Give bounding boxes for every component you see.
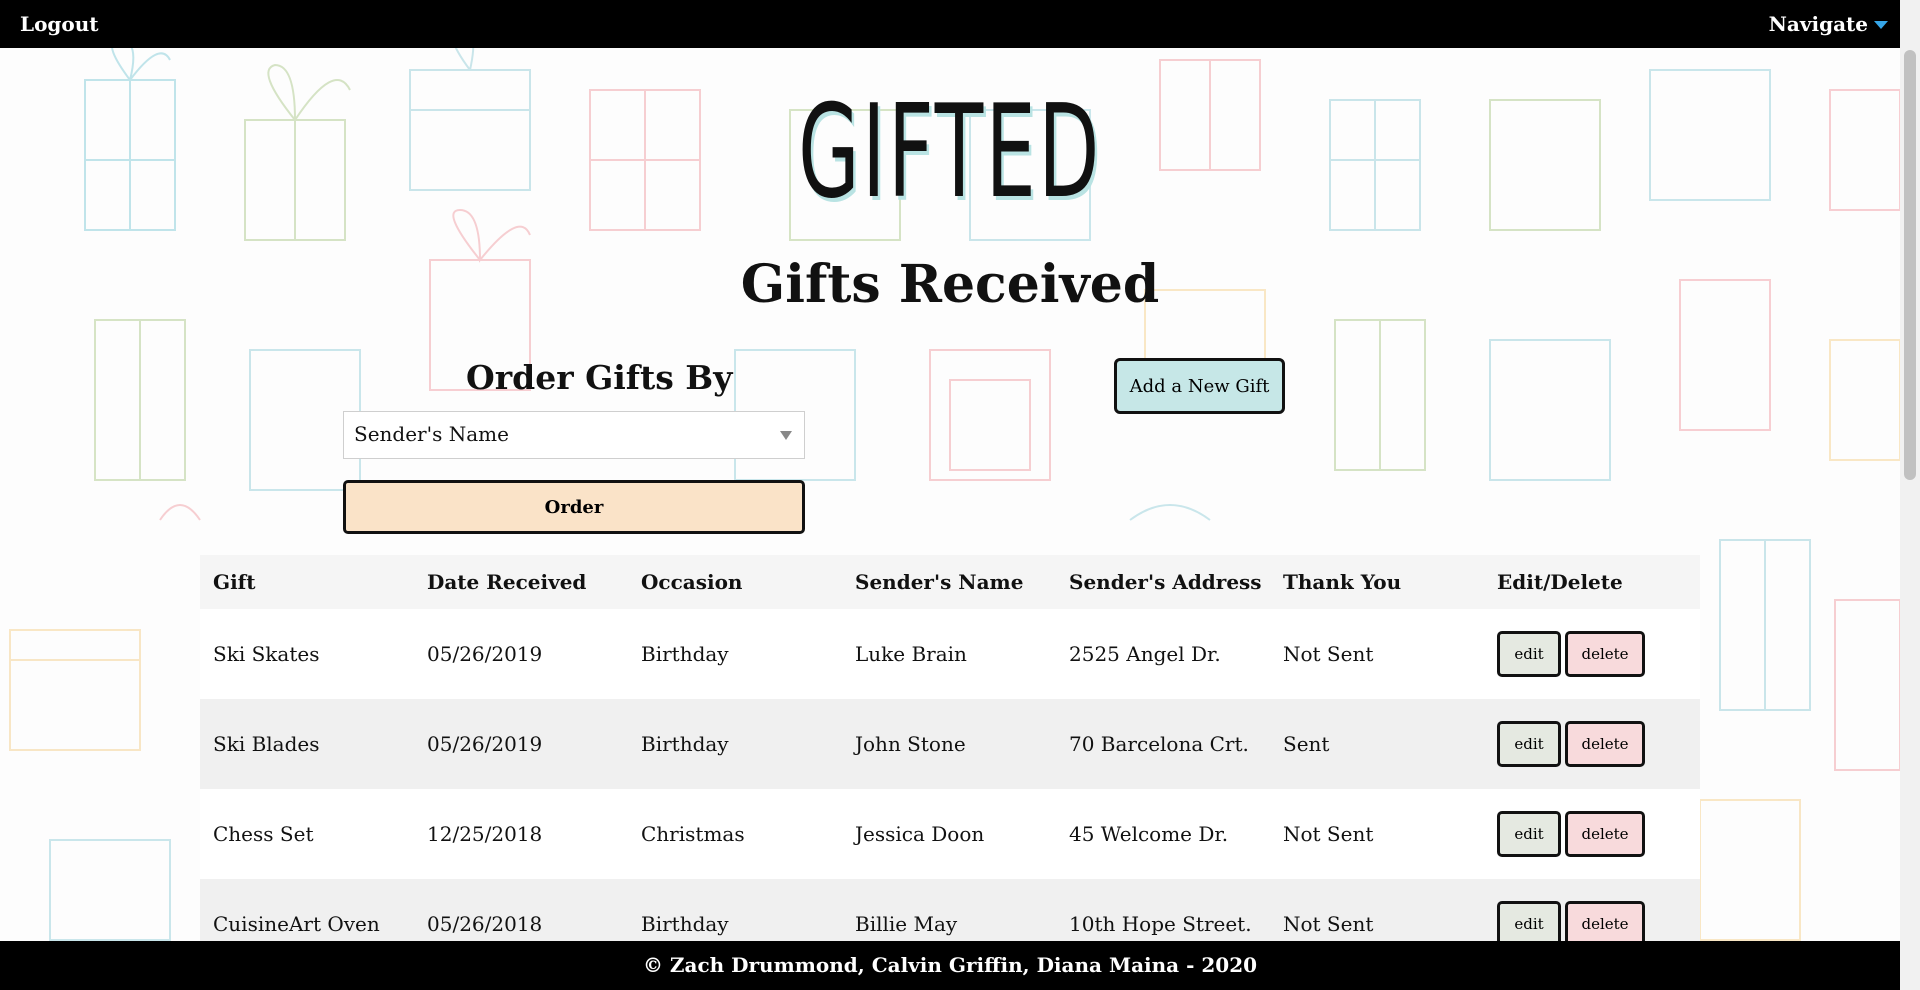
occasion-cell: Birthday bbox=[641, 732, 729, 756]
edit-button[interactable]: edit bbox=[1497, 811, 1561, 857]
edit-button[interactable]: edit bbox=[1497, 631, 1561, 677]
occasion-cell: Birthday bbox=[641, 642, 729, 666]
sender-cell: Jessica Doon bbox=[855, 822, 985, 846]
column-header: Sender's Name bbox=[855, 570, 1024, 594]
page-title: Gifts Received bbox=[740, 254, 1160, 315]
scrollbar-thumb[interactable] bbox=[1904, 50, 1916, 480]
order-by-selected-value: Sender's Name bbox=[354, 422, 509, 446]
order-button[interactable]: Order bbox=[343, 480, 805, 534]
column-header: Gift bbox=[213, 570, 256, 594]
date-cell: 12/25/2018 bbox=[427, 822, 543, 846]
delete-button[interactable]: delete bbox=[1565, 721, 1645, 767]
sender-cell: Luke Brain bbox=[855, 642, 967, 666]
thank-you-cell: Sent bbox=[1283, 732, 1330, 756]
actions-cell: edit delete bbox=[1484, 789, 1700, 879]
sender-cell: John Stone bbox=[855, 732, 966, 756]
column-header: Thank You bbox=[1283, 570, 1402, 594]
page-scrollbar[interactable] bbox=[1900, 0, 1920, 990]
occasion-cell: Christmas bbox=[641, 822, 745, 846]
table-row: Ski Skates 05/26/2019 Birthday Luke Brai… bbox=[200, 609, 1700, 699]
column-header: Sender's Address bbox=[1069, 570, 1262, 594]
gifts-table: Gift Date Received Occasion Sender's Nam… bbox=[200, 555, 1700, 969]
thank-you-cell: Not Sent bbox=[1283, 822, 1374, 846]
gift-cell: Ski Skates bbox=[213, 642, 320, 666]
table-header-row: Gift Date Received Occasion Sender's Nam… bbox=[200, 555, 1700, 609]
gifted-logo: GIFTED bbox=[798, 78, 1102, 227]
gift-cell: Ski Blades bbox=[213, 732, 320, 756]
add-new-gift-button[interactable]: Add a New Gift bbox=[1114, 358, 1285, 414]
select-arrow-icon bbox=[780, 431, 792, 440]
date-cell: 05/26/2019 bbox=[427, 732, 543, 756]
column-header: Date Received bbox=[427, 570, 587, 594]
column-header: Edit/Delete bbox=[1497, 570, 1623, 594]
table-row: Chess Set 12/25/2018 Christmas Jessica D… bbox=[200, 789, 1700, 879]
top-navbar: Logout Navigate bbox=[0, 0, 1900, 48]
edit-button[interactable]: edit bbox=[1497, 721, 1561, 767]
actions-cell: edit delete bbox=[1484, 609, 1700, 699]
caret-down-icon bbox=[1874, 21, 1888, 29]
thank-you-cell: Not Sent bbox=[1283, 642, 1374, 666]
footer: © Zach Drummond, Calvin Griffin, Diana M… bbox=[0, 941, 1900, 990]
address-cell: 70 Barcelona Crt. bbox=[1069, 732, 1249, 756]
delete-button[interactable]: delete bbox=[1565, 631, 1645, 677]
logout-link[interactable]: Logout bbox=[20, 12, 99, 36]
address-cell: 2525 Angel Dr. bbox=[1069, 642, 1221, 666]
footer-copyright: © Zach Drummond, Calvin Griffin, Diana M… bbox=[642, 953, 1258, 977]
actions-cell: edit delete bbox=[1484, 699, 1700, 789]
delete-button[interactable]: delete bbox=[1565, 811, 1645, 857]
gift-cell: Chess Set bbox=[213, 822, 314, 846]
order-by-select[interactable]: Sender's Name bbox=[343, 411, 805, 459]
navigate-dropdown[interactable]: Navigate bbox=[1769, 12, 1888, 36]
navigate-label: Navigate bbox=[1768, 12, 1868, 36]
order-gifts-heading: Order Gifts By bbox=[466, 358, 733, 397]
address-cell: 45 Welcome Dr. bbox=[1069, 822, 1229, 846]
column-header: Occasion bbox=[641, 570, 743, 594]
table-row: Ski Blades 05/26/2019 Birthday John Ston… bbox=[200, 699, 1700, 789]
date-cell: 05/26/2019 bbox=[427, 642, 543, 666]
